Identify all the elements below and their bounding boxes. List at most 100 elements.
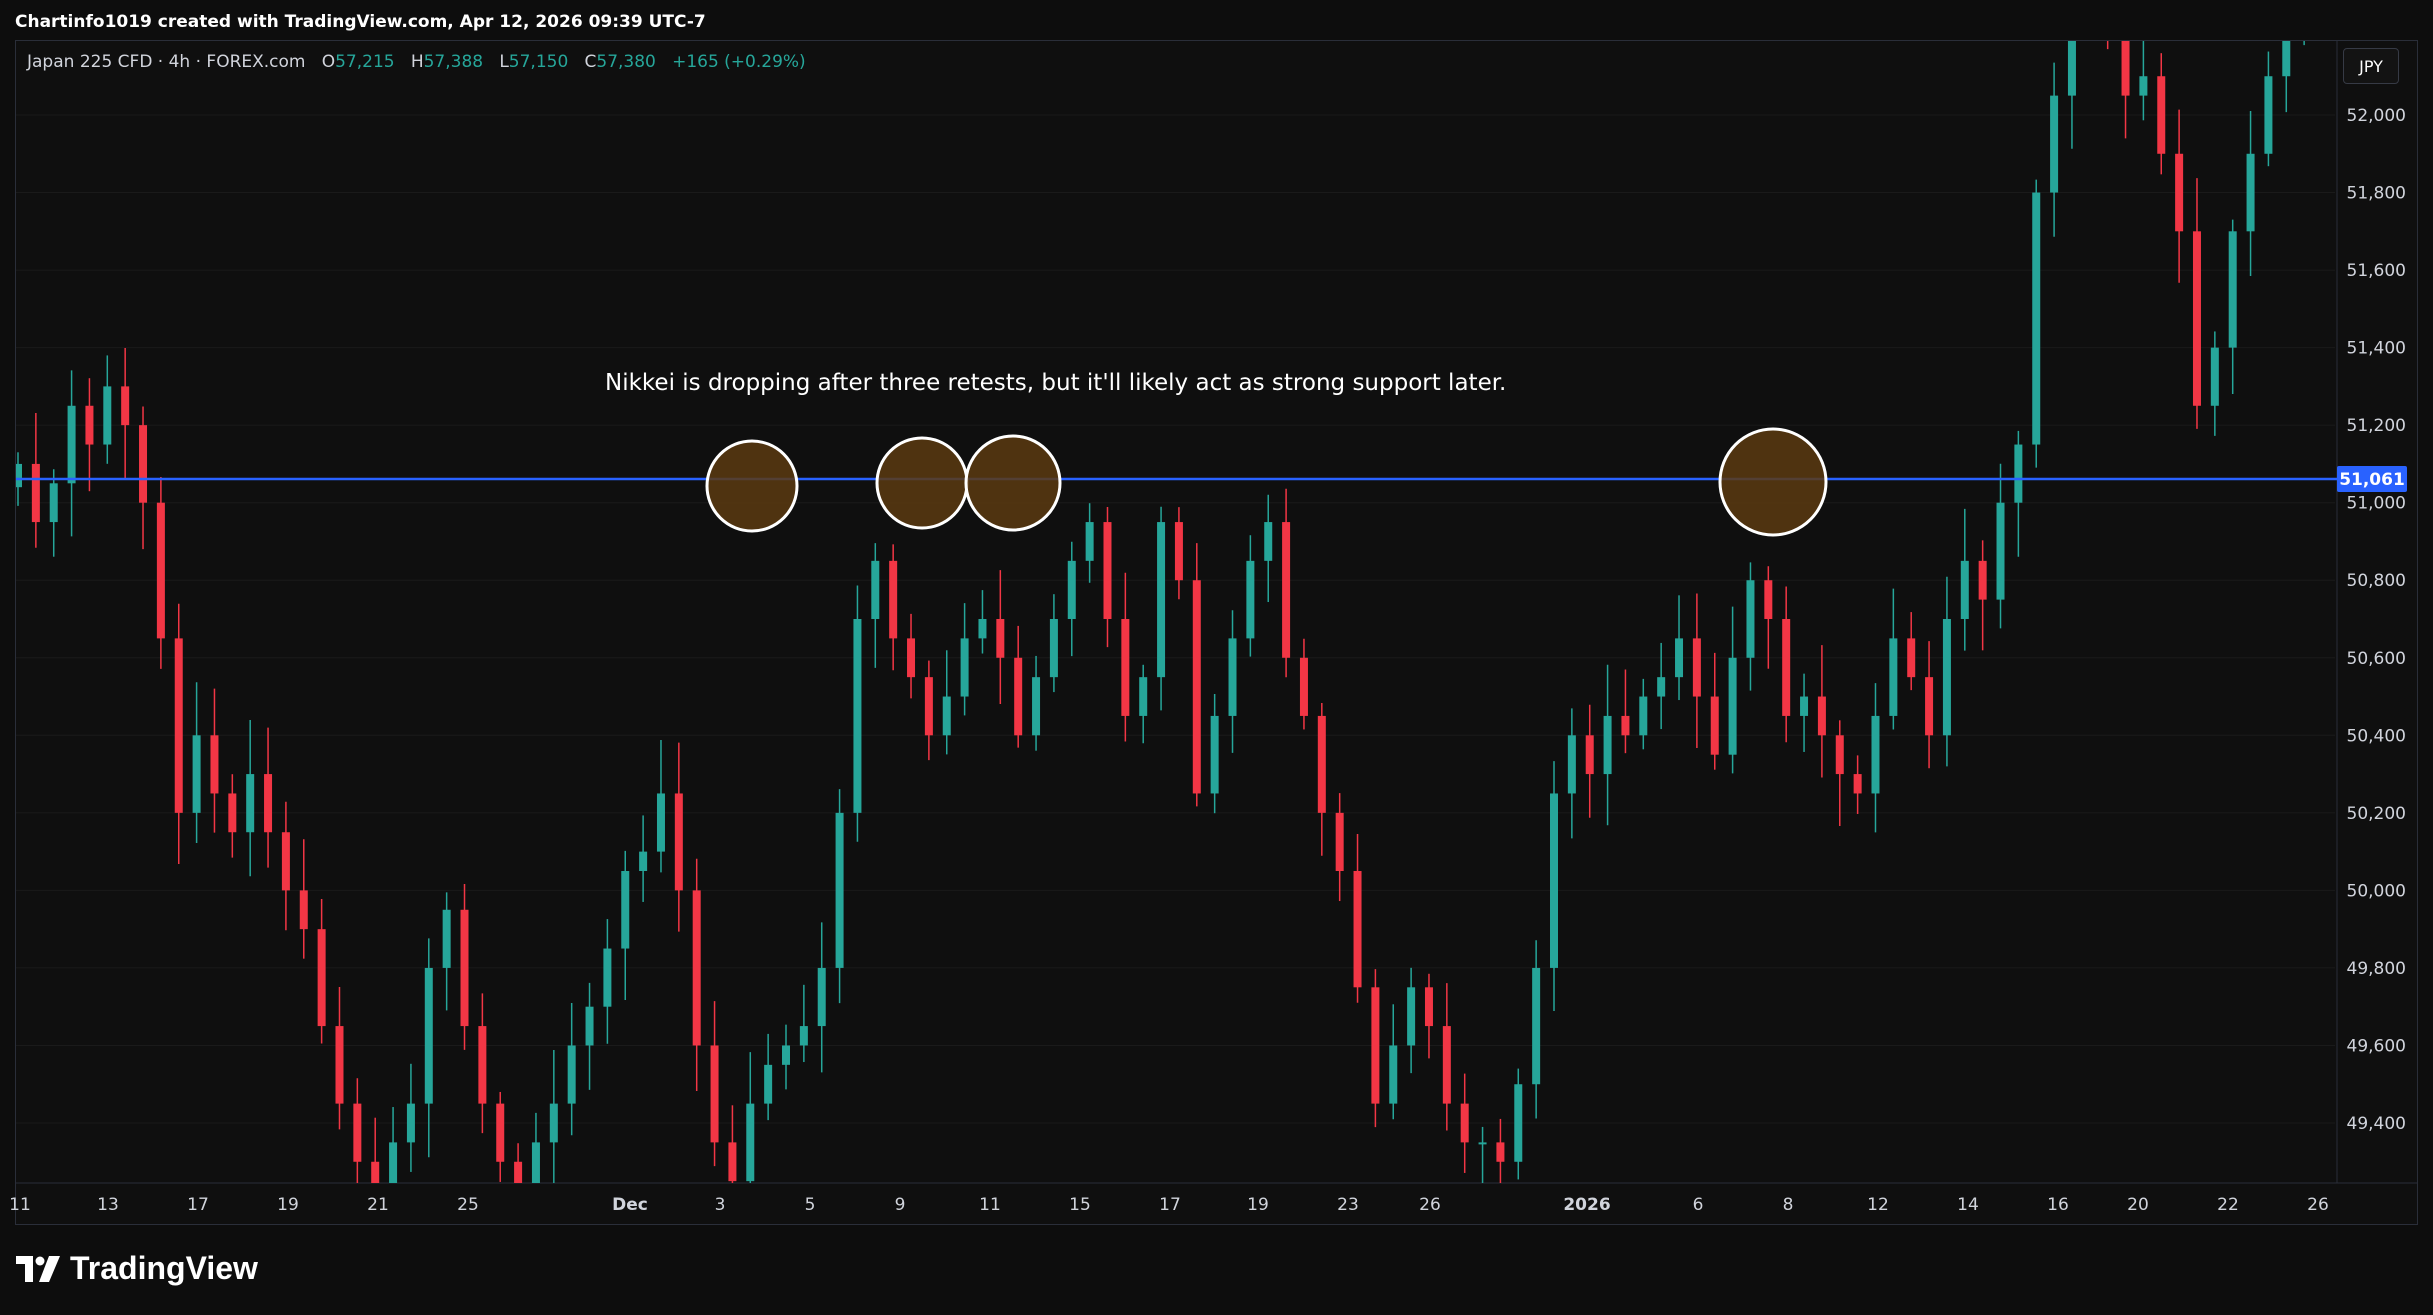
y-tick-label: 50,600 [2347, 649, 2406, 669]
candle-body [85, 405, 94, 445]
candle-body [246, 774, 255, 833]
candle-body [1746, 580, 1755, 658]
candle-body [1014, 657, 1023, 736]
y-tick-label: 49,800 [2347, 959, 2406, 979]
x-tick-label: 21 [367, 1195, 389, 1215]
y-tick-label: 51,600 [2347, 261, 2406, 281]
open-value: 57,215 [335, 52, 395, 72]
candle-body [1710, 696, 1719, 755]
y-tick-label: 49,600 [2347, 1036, 2406, 1056]
candle-body [1871, 715, 1880, 794]
footer [0, 1225, 2433, 1315]
candle-body [1603, 715, 1612, 775]
candle-body [103, 386, 112, 445]
annotation-text[interactable]: Nikkei is dropping after three retests, … [605, 370, 1506, 396]
candle-body [924, 677, 933, 736]
candle-body [549, 1103, 558, 1143]
candle-body [192, 735, 201, 813]
candle-body [942, 696, 951, 736]
candle-body [1639, 696, 1648, 736]
candle-body [960, 638, 969, 697]
candle-body [621, 871, 630, 949]
candle-body [1942, 619, 1951, 736]
candle-body [1192, 580, 1201, 794]
candle-body [1049, 619, 1058, 678]
candle-body [335, 1026, 344, 1104]
candle-body [281, 832, 290, 891]
candle-body [1907, 638, 1916, 678]
candle-body [1299, 657, 1308, 716]
candle-body [1960, 560, 1969, 619]
candle-body [1514, 1084, 1523, 1162]
candle-body [746, 1103, 755, 1182]
x-tick-label: 11 [979, 1195, 1001, 1215]
candle-body [1460, 1103, 1469, 1143]
candle-body [2067, 41, 2076, 96]
tradingview-logo-text: TradingView [70, 1250, 258, 1286]
x-tick-label: 2026 [1563, 1195, 1610, 1215]
candle-body [1210, 715, 1219, 794]
candle-body [1407, 987, 1416, 1046]
candle-body [460, 909, 469, 1027]
candle-body [1567, 735, 1576, 794]
candle-body [2032, 192, 2041, 445]
candle-body [2175, 153, 2184, 232]
x-tick-label: 17 [1159, 1195, 1181, 1215]
retest-marker-circle[interactable] [705, 439, 799, 533]
candle-body [1353, 871, 1362, 988]
candle-body [1835, 735, 1844, 775]
candle-body [585, 1006, 594, 1046]
symbol-legend: Japan 225 CFD · 4h · FOREX.com O57,215 H… [27, 52, 806, 72]
candle-body [228, 793, 237, 833]
x-tick-label: 9 [895, 1195, 906, 1215]
candle-body [1478, 1142, 1487, 1145]
x-tick-label: 25 [457, 1195, 479, 1215]
y-tick-label: 51,800 [2347, 184, 2406, 204]
candle-body [299, 890, 308, 930]
currency-button[interactable]: JPY [2343, 48, 2399, 84]
candle-body [1246, 560, 1255, 639]
candle-body [782, 1045, 790, 1065]
candle-body [2139, 76, 2148, 96]
candle-body [174, 638, 183, 813]
y-tick-label: 50,000 [2347, 881, 2406, 901]
candle-body [2014, 444, 2023, 503]
candle-body [1585, 735, 1594, 775]
candle-body [1424, 987, 1433, 1027]
candle-body [1782, 619, 1791, 716]
candlestick-chart[interactable]: 52,000 51,800 51,600 51,400 51,200 51,000 50,8… [0, 0, 2433, 1225]
x-tick-label: 14 [1957, 1195, 1979, 1215]
candle-body [1139, 677, 1148, 716]
low-label: L [499, 52, 509, 72]
symbol-name: Japan 225 CFD · 4h · FOREX.com [27, 52, 306, 72]
candle-body [49, 483, 58, 523]
candle-body [639, 851, 648, 871]
y-tick-label: 50,800 [2347, 571, 2406, 591]
x-tick-label: 6 [1693, 1195, 1704, 1215]
y-tick-label: 51,200 [2347, 416, 2406, 436]
candle-body [1264, 522, 1273, 561]
candle-body [1978, 560, 1987, 600]
candle-body [496, 1103, 505, 1162]
candle-body [1121, 619, 1130, 716]
x-tick-label: 20 [2127, 1195, 2149, 1215]
retest-marker-circle[interactable] [964, 434, 1062, 532]
low-value: 57,150 [508, 52, 569, 72]
candle-body [764, 1064, 773, 1104]
x-tick-label: 15 [1069, 1195, 1091, 1215]
tradingview-logo-icon [16, 1255, 60, 1282]
y-tick-label: 49,400 [2347, 1114, 2406, 1134]
candle-body [1657, 677, 1666, 697]
candle-body [1228, 638, 1237, 716]
candle-body [692, 890, 701, 1046]
candle-body [156, 502, 165, 639]
retest-marker-circle[interactable] [1718, 427, 1828, 537]
candle-body [2121, 41, 2130, 96]
candle-body [2228, 231, 2237, 348]
x-tick-label: 19 [277, 1195, 299, 1215]
retest-marker-circle[interactable] [875, 436, 969, 530]
tradingview-logo[interactable]: TradingView [16, 1250, 258, 1287]
candle-body [442, 909, 451, 968]
y-tick-label: 51,400 [2347, 339, 2406, 359]
candle-body [1800, 696, 1809, 716]
